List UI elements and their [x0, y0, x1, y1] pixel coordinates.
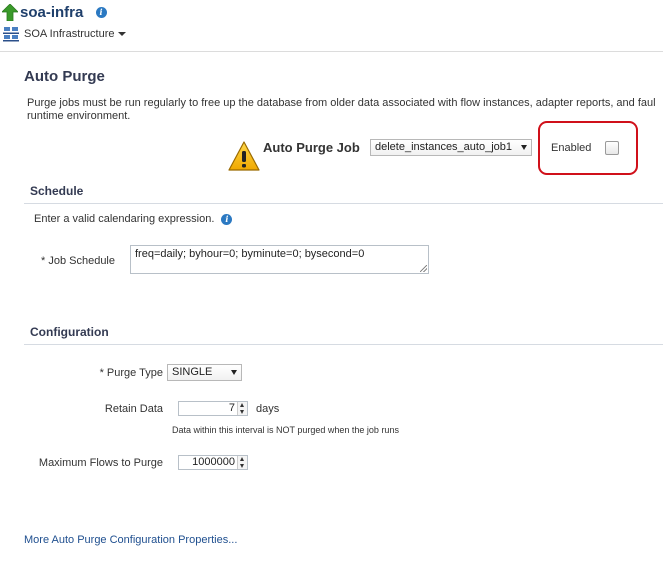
dropdown-caret-icon: [231, 370, 237, 375]
auto-purge-job-label: Auto Purge Job: [263, 140, 360, 155]
purge-type-select[interactable]: SINGLE: [167, 364, 242, 381]
schedule-divider: [24, 203, 663, 204]
max-flows-label: Maximum Flows to Purge: [38, 457, 163, 469]
spinner-icon[interactable]: [237, 456, 247, 469]
configuration-divider: [24, 344, 663, 345]
spinner-icon[interactable]: [237, 402, 247, 415]
enabled-checkbox[interactable]: [605, 141, 619, 155]
schedule-hint: Enter a valid calendaring expression. i: [34, 213, 233, 225]
retain-data-note: Data within this interval is NOT purged …: [172, 425, 399, 435]
soa-menu-label: SOA Infrastructure: [24, 28, 115, 40]
purge-type-value: SINGLE: [172, 366, 213, 378]
configuration-heading: Configuration: [30, 325, 109, 339]
description-line-1: Purge jobs must be run regularly to free…: [27, 97, 656, 109]
more-properties-link[interactable]: More Auto Purge Configuration Properties…: [24, 534, 237, 546]
target-name: soa-infra: [20, 4, 84, 21]
info-icon[interactable]: i: [95, 7, 107, 18]
retain-data-input[interactable]: 7: [178, 401, 248, 416]
job-schedule-value: freq=daily; byhour=0; byminute=0; byseco…: [135, 248, 365, 260]
job-schedule-input[interactable]: freq=daily; byhour=0; byminute=0; byseco…: [130, 245, 429, 274]
soa-infrastructure-icon: [3, 27, 19, 42]
up-arrow-icon[interactable]: [2, 4, 18, 21]
resize-grip-icon[interactable]: [420, 265, 427, 272]
warning-icon: [228, 141, 260, 171]
purge-type-label: * Purge Type: [99, 367, 163, 379]
max-flows-input[interactable]: 1000000: [178, 455, 248, 470]
target-title: soa-infra i: [20, 4, 107, 21]
chevron-down-icon: [118, 32, 127, 37]
retain-data-unit: days: [256, 403, 280, 415]
job-schedule-label: * Job Schedule: [41, 255, 115, 267]
schedule-hint-text: Enter a valid calendaring expression.: [34, 213, 215, 225]
retain-data-value: 7: [228, 402, 235, 414]
soa-infrastructure-menu[interactable]: SOA Infrastructure: [24, 28, 127, 40]
header-divider: [0, 51, 663, 52]
retain-data-label: Retain Data: [104, 403, 163, 415]
auto-purge-job-select[interactable]: delete_instances_auto_job1: [370, 139, 532, 156]
dropdown-caret-icon: [521, 145, 527, 150]
page-description: Purge jobs must be run regularly to free…: [27, 97, 663, 123]
enabled-label: Enabled: [551, 142, 592, 154]
page-title: Auto Purge: [24, 68, 105, 85]
max-flows-value: 1000000: [192, 456, 235, 468]
schedule-heading: Schedule: [30, 184, 84, 198]
auto-purge-job-value: delete_instances_auto_job1: [375, 141, 513, 153]
info-icon[interactable]: i: [221, 214, 233, 225]
